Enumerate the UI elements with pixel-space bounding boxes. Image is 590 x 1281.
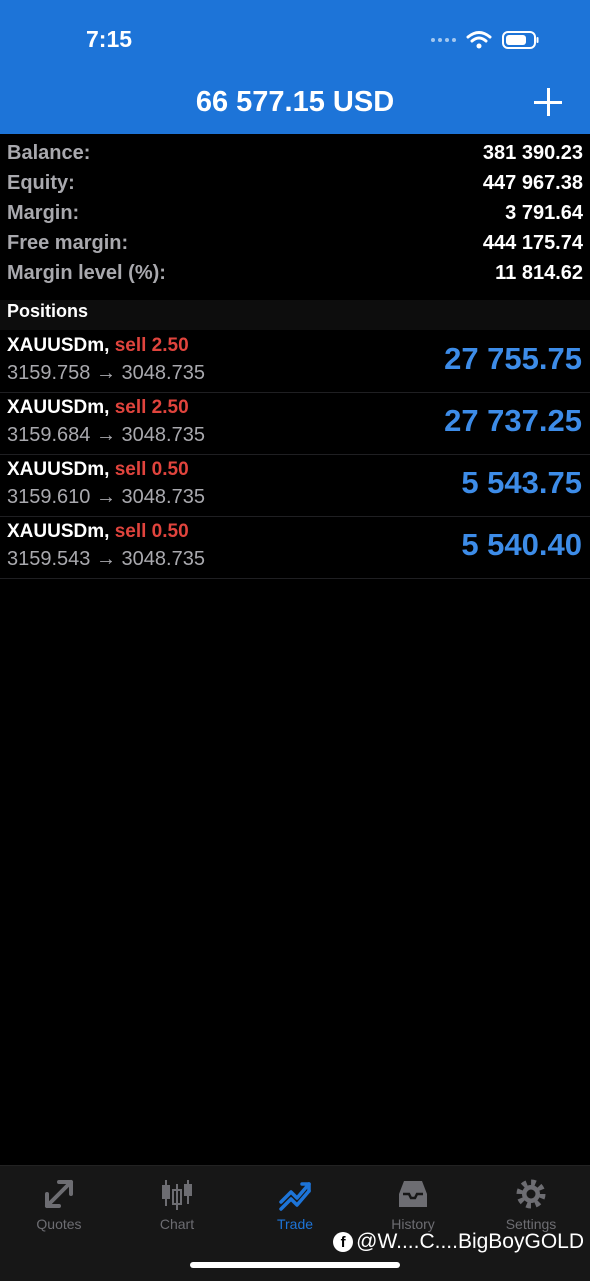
position-profit: 5 540.40 [461, 527, 582, 562]
position-prices: 3159.610 → 3048.735 [7, 486, 205, 508]
battery-icon [502, 31, 539, 49]
watermark-text: @W....C....BigBoyGOLD [356, 1230, 584, 1253]
position-symbol: XAUUSDm, [7, 459, 110, 480]
summary-label: Margin: [7, 201, 80, 224]
wifi-icon [466, 31, 492, 49]
summary-value: 11 814.62 [495, 261, 583, 284]
summary-row-balance: Balance: 381 390.23 [0, 138, 590, 168]
position-prices: 3159.684 → 3048.735 [7, 424, 205, 446]
positions-header-bar [0, 300, 590, 330]
position-row[interactable]: XAUUSDm, sell 0.50 3159.610 → 3048.735 5… [0, 455, 590, 517]
tab-label: Chart [159, 1216, 195, 1232]
chart-icon [162, 1180, 192, 1210]
position-prices: 3159.543 → 3048.735 [7, 548, 205, 570]
position-symbol-line: XAUUSDm, sell 2.50 [7, 335, 189, 357]
summary-value: 381 390.23 [482, 141, 583, 164]
position-symbol-line: XAUUSDm, sell 2.50 [7, 397, 189, 419]
home-indicator [190, 1262, 400, 1268]
facebook-icon: f [333, 1232, 354, 1252]
position-side: sell 2.50 [114, 397, 189, 418]
tab-settings[interactable]: Settings [472, 1166, 590, 1236]
tab-quotes[interactable]: Quotes [0, 1166, 118, 1236]
position-profit: 27 737.25 [444, 403, 582, 438]
status-icons [431, 28, 540, 52]
summary-row-margin-level: Margin level (%): 11 814.62 [0, 258, 590, 288]
positions-title: Positions [7, 301, 89, 321]
tab-chart[interactable]: Chart [118, 1166, 236, 1236]
quotes-icon [45, 1180, 73, 1208]
summary-label: Balance: [7, 141, 91, 164]
summary-row-free-margin: Free margin: 444 175.74 [0, 228, 590, 258]
summary-label: Equity: [7, 171, 75, 194]
position-side: sell 0.50 [114, 459, 189, 480]
summary-value: 444 175.74 [482, 231, 583, 254]
header: 7:15 66 577.15 USD [0, 0, 590, 134]
position-symbol: XAUUSDm, [7, 335, 110, 356]
account-profit-title: 66 577.15 USD [195, 86, 395, 118]
trade-icon [279, 1182, 311, 1211]
position-profit: 5 543.75 [461, 465, 582, 500]
summary-row-margin: Margin: 3 791.64 [0, 198, 590, 228]
signal-icon [431, 38, 456, 42]
positions-list: XAUUSDm, sell 2.50 3159.758 → 3048.735 2… [0, 331, 590, 579]
watermark: f @W....C....BigBoyGOLD [333, 1230, 584, 1254]
summary-value: 447 967.38 [482, 171, 583, 194]
status-time: 7:15 [86, 26, 133, 52]
summary-value: 3 791.64 [505, 201, 583, 224]
position-side: sell 2.50 [114, 335, 189, 356]
account-summary: Balance: 381 390.23 Equity: 447 967.38 M… [0, 138, 590, 288]
position-symbol-line: XAUUSDm, sell 0.50 [7, 459, 189, 481]
position-row[interactable]: XAUUSDm, sell 2.50 3159.684 → 3048.735 2… [0, 393, 590, 455]
position-side: sell 0.50 [114, 521, 189, 542]
settings-icon [516, 1179, 546, 1209]
position-row[interactable]: XAUUSDm, sell 0.50 3159.543 → 3048.735 5… [0, 517, 590, 579]
tab-trade[interactable]: Trade [236, 1166, 354, 1236]
position-symbol-line: XAUUSDm, sell 0.50 [7, 521, 189, 543]
new-order-plus-icon[interactable] [534, 88, 562, 116]
tab-label: Quotes [36, 1216, 82, 1232]
position-profit: 27 755.75 [444, 341, 582, 376]
tab-history[interactable]: History [354, 1166, 472, 1236]
summary-label: Free margin: [7, 231, 129, 254]
summary-label: Margin level (%): [7, 261, 166, 284]
position-symbol: XAUUSDm, [7, 397, 110, 418]
position-symbol: XAUUSDm, [7, 521, 110, 542]
history-icon [399, 1181, 427, 1207]
position-row[interactable]: XAUUSDm, sell 2.50 3159.758 → 3048.735 2… [0, 331, 590, 393]
position-prices: 3159.758 → 3048.735 [7, 362, 205, 384]
summary-row-equity: Equity: 447 967.38 [0, 168, 590, 198]
